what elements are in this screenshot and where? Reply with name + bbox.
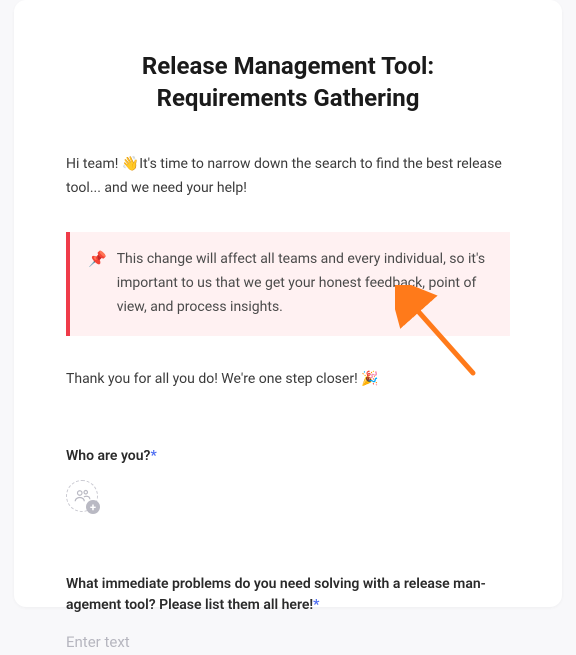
people-picker[interactable]: + xyxy=(66,480,98,512)
pin-icon: 📌 xyxy=(88,248,107,319)
plus-icon: + xyxy=(86,500,100,514)
question-who-label: Who are you?* xyxy=(66,446,510,466)
intro-prefix: Hi team! xyxy=(66,156,122,172)
thanks-prefix: Thank you for all you do! We're one step… xyxy=(66,371,361,387)
callout-box: 📌 This change will affect all teams and … xyxy=(66,232,510,335)
form-card: Release Management Tool: Requirements Ga… xyxy=(14,0,562,607)
question-problems-label: What immediate problems do you need solv… xyxy=(66,574,510,615)
question-who: Who are you?* + xyxy=(66,446,510,512)
party-icon: 🎉 xyxy=(361,371,378,387)
page-title: Release Management Tool: Requirements Ga… xyxy=(66,50,510,115)
required-star: * xyxy=(150,448,156,464)
wave-icon: 👋 xyxy=(122,156,139,172)
thanks-text: Thank you for all you do! We're one step… xyxy=(66,368,510,390)
question-problems: What immediate problems do you need solv… xyxy=(66,574,510,655)
intro-text: Hi team! 👋It's time to narrow down the s… xyxy=(66,153,510,201)
problems-input[interactable] xyxy=(66,629,510,655)
question-problems-label-text: What immediate problems do you need solv… xyxy=(66,576,486,612)
question-who-label-text: Who are you? xyxy=(66,448,150,464)
required-star: * xyxy=(313,597,319,613)
callout-text: This change will affect all teams and ev… xyxy=(117,248,490,319)
